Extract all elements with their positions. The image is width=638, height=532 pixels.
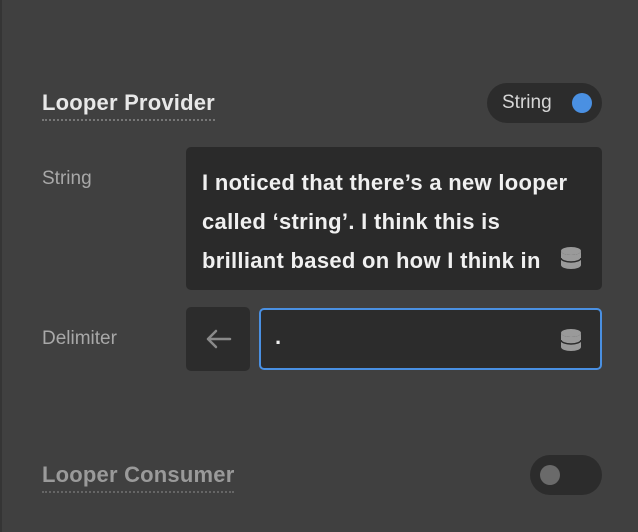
database-icon[interactable] <box>560 246 582 270</box>
arrow-left-icon <box>206 329 232 349</box>
delimiter-field-label: Delimiter <box>42 328 117 349</box>
delimiter-input[interactable]: . <box>259 308 602 370</box>
arrow-left-button[interactable] <box>186 307 250 371</box>
delimiter-input-value: . <box>275 324 282 349</box>
toggle-label: String <box>502 92 552 113</box>
toggle-indicator-on <box>572 93 592 113</box>
database-icon[interactable] <box>560 328 582 352</box>
looper-consumer-title[interactable]: Looper Consumer <box>42 462 235 493</box>
looper-provider-toggle[interactable]: String <box>487 83 602 123</box>
string-field-label: String <box>42 168 92 189</box>
looper-consumer-toggle[interactable] <box>530 455 602 495</box>
toggle-indicator-off <box>540 465 560 485</box>
string-textarea-value: I noticed that there’s a new looper call… <box>202 170 568 290</box>
looper-provider-title[interactable]: Looper Provider <box>42 90 215 121</box>
string-textarea[interactable]: I noticed that there’s a new looper call… <box>186 147 602 290</box>
panel-edge <box>0 0 2 532</box>
